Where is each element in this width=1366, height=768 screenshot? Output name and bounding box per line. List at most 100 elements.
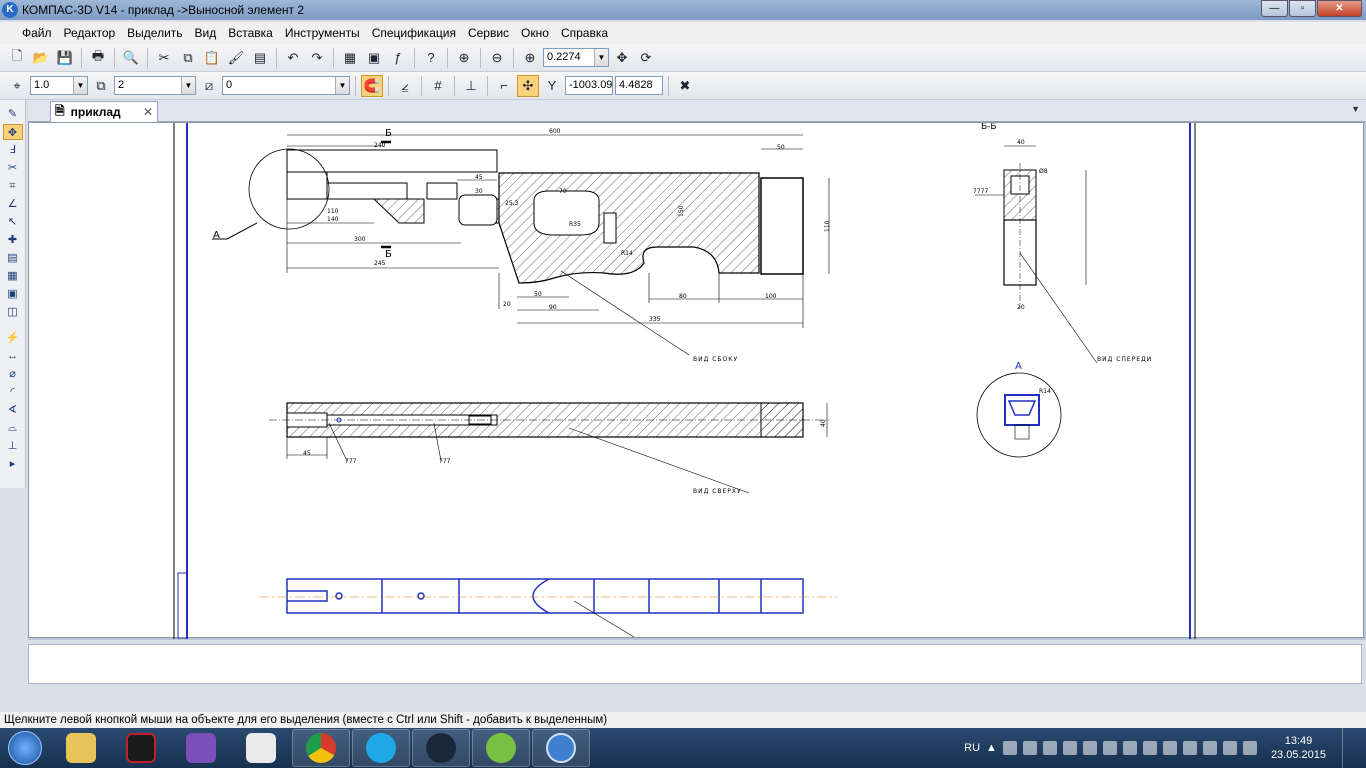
menu-select[interactable]: Выделить — [121, 26, 188, 40]
cut-icon[interactable]: ✂ — [153, 47, 175, 69]
taskbar-paint[interactable] — [232, 729, 290, 767]
chevron-down-icon[interactable]: ▼ — [73, 77, 87, 94]
bluetooth-icon[interactable] — [1122, 741, 1137, 755]
menu-window[interactable]: Окно — [515, 26, 555, 40]
edit-icon[interactable]: ✂ — [3, 160, 23, 176]
height-icon[interactable]: ⊥ — [3, 438, 23, 454]
taskbar-game-app[interactable] — [112, 729, 170, 767]
pan-icon[interactable]: ✥ — [611, 47, 633, 69]
taskbar-chrome[interactable] — [292, 729, 350, 767]
kompas-app-icon[interactable]: K — [2, 2, 18, 18]
taskbar-explorer[interactable] — [52, 729, 110, 767]
save-icon[interactable]: 💾 — [54, 47, 76, 69]
taskbar-kompas[interactable] — [532, 729, 590, 767]
start-button[interactable] — [0, 728, 50, 768]
clock[interactable]: 13:49 23.05.2015 — [1271, 734, 1326, 762]
menu-edit[interactable]: Редактор — [58, 26, 122, 40]
action-center-icon[interactable] — [1182, 741, 1197, 755]
taskbar-skype[interactable] — [352, 729, 410, 767]
new-document-icon[interactable]: 🗋 — [6, 47, 28, 69]
menu-file[interactable]: Файл — [16, 26, 58, 40]
close-icon[interactable]: ✕ — [143, 105, 153, 119]
auto-line-icon[interactable]: ⚡ — [3, 330, 23, 346]
zoom-combo[interactable]: 0.2274 ▼ — [543, 48, 609, 67]
copy-icon[interactable]: ⧉ — [177, 47, 199, 69]
spec-icon[interactable]: ✚ — [3, 232, 23, 248]
maximize-button[interactable]: ▫ — [1289, 0, 1316, 17]
views-icon[interactable]: ◫ — [3, 304, 23, 320]
reports-icon[interactable]: ▤ — [3, 250, 23, 266]
symbols-icon[interactable]: Ⅎ — [3, 142, 23, 158]
close-button[interactable]: ✕ — [1317, 0, 1362, 17]
chevron-down-icon[interactable]: ▼ — [594, 49, 608, 66]
battery-icon[interactable] — [1062, 741, 1077, 755]
nvidia-icon[interactable] — [1082, 741, 1097, 755]
tray-app-icon[interactable] — [1102, 741, 1117, 755]
undo-icon[interactable]: ↶ — [282, 47, 304, 69]
language-indicator[interactable]: RU — [964, 742, 980, 754]
menu-specification[interactable]: Спецификация — [366, 26, 462, 40]
coord-x-field[interactable]: -1003.09 — [565, 76, 613, 95]
insert-icon[interactable]: ▦ — [3, 268, 23, 284]
redo-icon[interactable]: ↷ — [306, 47, 328, 69]
tray-app-icon[interactable] — [1042, 741, 1057, 755]
panel-expand-icon[interactable]: ▸ — [3, 456, 23, 472]
dimensions-icon[interactable]: ✥ — [2, 124, 23, 140]
tray-expand-icon[interactable]: ▲ — [986, 742, 997, 754]
snap-magnet-icon[interactable]: 🧲 — [361, 74, 383, 97]
arc-dimension-icon[interactable]: ⌓ — [3, 420, 23, 436]
library-icon[interactable]: ▣ — [363, 47, 385, 69]
select-icon[interactable]: ↖ — [3, 214, 23, 230]
menu-insert[interactable]: Вставка — [222, 26, 279, 40]
zoom-in-icon[interactable]: ⊕ — [519, 47, 541, 69]
menu-service[interactable]: Сервис — [462, 26, 515, 40]
manager-icon[interactable]: ▦ — [339, 47, 361, 69]
local-cs-icon[interactable]: ⊥ — [460, 75, 482, 97]
ortho-mode-icon[interactable]: ⌐ — [493, 75, 515, 97]
zoom-window-icon[interactable]: ⊕ — [453, 47, 475, 69]
cursor-step-icon[interactable]: ⌖ — [6, 75, 28, 97]
ortho-icon[interactable]: ⦤ — [394, 75, 416, 97]
preview-icon[interactable]: 🔍 — [120, 47, 142, 69]
variables-icon[interactable]: ƒ — [387, 47, 409, 69]
current-view-icon[interactable]: ⧉ — [90, 75, 112, 97]
grid-icon[interactable]: # — [427, 75, 449, 97]
parametric-mode-icon[interactable]: ✣ — [517, 74, 539, 97]
menu-help[interactable]: Справка — [555, 26, 614, 40]
layer-icon[interactable]: ⧄ — [198, 75, 220, 97]
tray-app-icon[interactable] — [1202, 741, 1217, 755]
refresh-icon[interactable]: ⟳ — [635, 47, 657, 69]
linear-dimension-icon[interactable]: ↔ — [3, 348, 23, 364]
tray-app-icon[interactable] — [1142, 741, 1157, 755]
chevron-down-icon[interactable]: ▼ — [1351, 104, 1360, 114]
step-combo[interactable]: 1.0 ▼ — [30, 76, 88, 95]
measure-icon[interactable]: ∠ — [3, 196, 23, 212]
layer-combo[interactable]: 0 ▼ — [222, 76, 350, 95]
chevron-down-icon[interactable]: ▼ — [335, 77, 349, 94]
monitor-icon[interactable] — [1022, 741, 1037, 755]
taskbar-utorrent[interactable] — [472, 729, 530, 767]
paste-icon[interactable]: 📋 — [201, 47, 223, 69]
diameter-icon[interactable]: ⌀ — [3, 366, 23, 382]
format-painter-icon[interactable]: 🖌 — [225, 47, 247, 69]
zoom-previous-icon[interactable]: ⊖ — [486, 47, 508, 69]
help-pointer-icon[interactable]: ? — [420, 47, 442, 69]
taskbar-steam[interactable] — [412, 729, 470, 767]
minimize-button[interactable]: — — [1261, 0, 1288, 17]
tray-app-icon[interactable] — [1002, 741, 1017, 755]
geometry-icon[interactable]: ✎ — [3, 106, 23, 122]
view-combo[interactable]: 2 ▼ — [114, 76, 196, 95]
chevron-down-icon[interactable]: ▼ — [181, 77, 195, 94]
stop-command-icon[interactable]: ✖ — [674, 75, 696, 97]
show-desktop-button[interactable] — [1342, 728, 1356, 768]
taskbar-visual-studio[interactable] — [172, 729, 230, 767]
tab-document[interactable]: 🗎 приклад ✕ — [50, 101, 158, 122]
print-icon[interactable]: 🖶 — [87, 47, 109, 69]
properties-icon[interactable]: ▤ — [249, 47, 271, 69]
coord-y-field[interactable]: 4.4828 — [615, 76, 663, 95]
volume-icon[interactable] — [1242, 741, 1257, 755]
drawing-canvas[interactable]: 600 240 50 45 30 70 140 110 300 245 20 5… — [28, 122, 1364, 639]
tray-app-icon[interactable] — [1162, 741, 1177, 755]
network-signal-icon[interactable] — [1222, 741, 1237, 755]
menu-tools[interactable]: Инструменты — [279, 26, 366, 40]
